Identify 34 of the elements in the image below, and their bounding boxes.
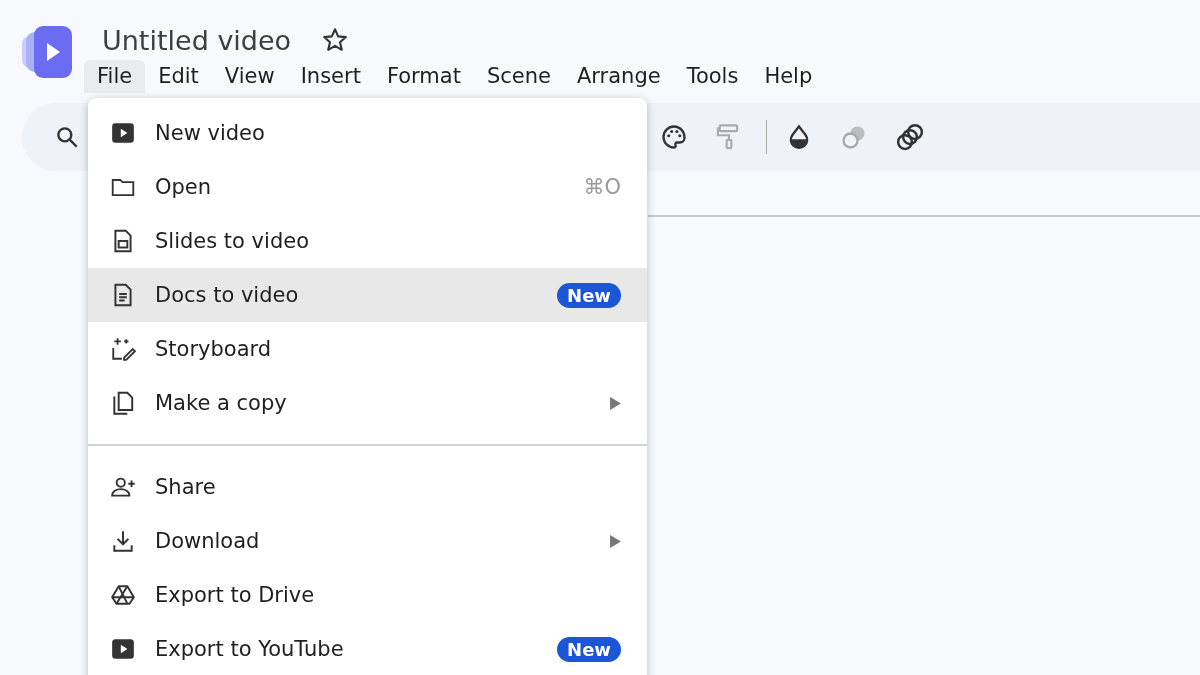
menu-item[interactable]: Make a copy — [88, 376, 647, 430]
menu-bar-item[interactable]: Edit — [145, 60, 212, 93]
play-icon — [110, 636, 136, 662]
download-icon — [110, 528, 136, 554]
menu-bar-item[interactable]: Tools — [673, 60, 752, 93]
rings-icon[interactable] — [895, 122, 925, 152]
sparkle-pencil-icon — [110, 336, 136, 362]
menu-bar-item[interactable]: Format — [373, 60, 474, 93]
menu-item[interactable]: Export to Drive — [88, 568, 647, 622]
play-icon — [110, 120, 136, 146]
star-icon[interactable] — [321, 26, 350, 54]
menu-bar-item[interactable]: Arrange — [563, 60, 674, 93]
menu-item[interactable]: Open ⌘O — [88, 160, 647, 214]
copy-icon — [110, 390, 136, 416]
menu-bar-item[interactable]: Scene — [473, 60, 564, 93]
menu-item[interactable]: Export to YouTube New — [88, 622, 647, 675]
new-badge: New — [557, 282, 621, 308]
menu-item[interactable]: Download — [88, 514, 647, 568]
menu-bar-item[interactable]: View — [211, 60, 288, 93]
menu-bar-item[interactable]: Insert — [287, 60, 374, 93]
document-title[interactable]: Untitled video — [102, 24, 292, 56]
palette-icon[interactable] — [660, 123, 688, 151]
shortcut-text: ⌘O — [583, 175, 621, 199]
drive-icon — [110, 582, 136, 608]
menu-item[interactable]: New video — [88, 106, 647, 160]
new-badge: New — [557, 636, 621, 662]
menu-bar-item[interactable]: File — [84, 60, 146, 93]
search-icon[interactable] — [54, 124, 80, 150]
menu-item[interactable]: Docs to video New — [88, 268, 647, 322]
app-logo-icon[interactable] — [22, 26, 74, 78]
menu-item[interactable]: Slides to video — [88, 214, 647, 268]
menu-bar-item[interactable]: Help — [751, 60, 826, 93]
menu-item[interactable]: Share — [88, 460, 647, 514]
menu-item[interactable]: Storyboard — [88, 322, 647, 376]
